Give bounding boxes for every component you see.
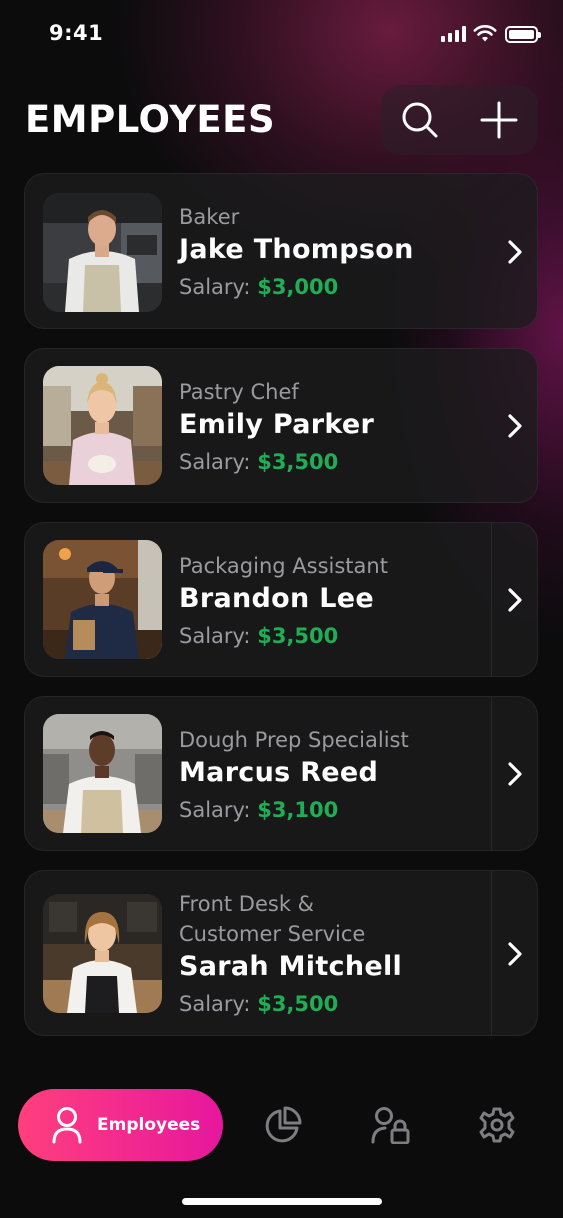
bottom-nav: Employees [0,1070,563,1218]
home-indicator [182,1198,382,1205]
cellular-signal-icon [441,26,467,42]
employee-salary: Salary: $3,500 [179,450,339,474]
employee-card[interactable]: Dough Prep Specialist Marcus Reed Salary… [24,696,538,851]
employee-role: Pastry Chef [179,380,299,404]
employee-salary: Salary: $3,100 [179,798,339,822]
employee-role: Baker [179,205,240,229]
nav-employees-tab[interactable]: Employees [18,1089,223,1161]
battery-icon [505,26,541,43]
chevron-right-icon [508,762,522,786]
employee-role: Packaging Assistant [179,554,388,578]
employee-name: Sarah Mitchell [179,951,403,982]
header-actions [381,85,538,155]
search-button[interactable] [381,85,459,155]
employee-photo [43,193,162,312]
status-time: 9:41 [49,21,104,45]
chevron-right-icon [508,942,522,966]
employee-role: Dough Prep Specialist [179,728,409,752]
employee-name: Brandon Lee [179,583,374,614]
employee-salary: Salary: $3,500 [179,992,339,1016]
employee-salary: Salary: $3,500 [179,624,339,648]
employee-photo [43,894,162,1013]
user-lock-icon[interactable] [371,1106,411,1144]
chevron-right-icon [508,588,522,612]
nav-employees-label: Employees [97,1115,201,1135]
chevron-right-icon [508,414,522,438]
search-icon [402,102,438,138]
employee-name: Jake Thompson [179,234,414,265]
chevron-right-icon [508,240,522,264]
card-divider [491,871,492,1035]
add-employee-button[interactable] [460,85,538,155]
employee-name: Marcus Reed [179,757,379,788]
employee-card[interactable]: Pastry Chef Emily Parker Salary: $3,500 [24,348,538,503]
employee-photo [43,540,162,659]
employee-salary: Salary: $3,000 [179,275,339,299]
employee-photo [43,714,162,833]
employee-name: Emily Parker [179,409,375,440]
gear-icon[interactable] [478,1106,516,1144]
page-title: EMPLOYEES [25,98,276,141]
status-bar: 9:41 [0,0,563,70]
employee-card[interactable]: Baker Jake Thompson Salary: $3,000 [24,173,538,329]
employee-role: Front Desk & [179,892,315,916]
employee-role-line2: Customer Service [179,922,366,946]
plus-icon [480,101,518,139]
pie-chart-icon[interactable] [264,1106,302,1144]
card-divider [491,523,492,676]
wifi-icon [473,25,497,42]
employee-card[interactable]: Front Desk & Customer Service Sarah Mitc… [24,870,538,1036]
card-divider [491,697,492,850]
employee-card[interactable]: Packaging Assistant Brandon Lee Salary: … [24,522,538,677]
employee-photo [43,366,162,485]
user-icon [52,1107,82,1144]
